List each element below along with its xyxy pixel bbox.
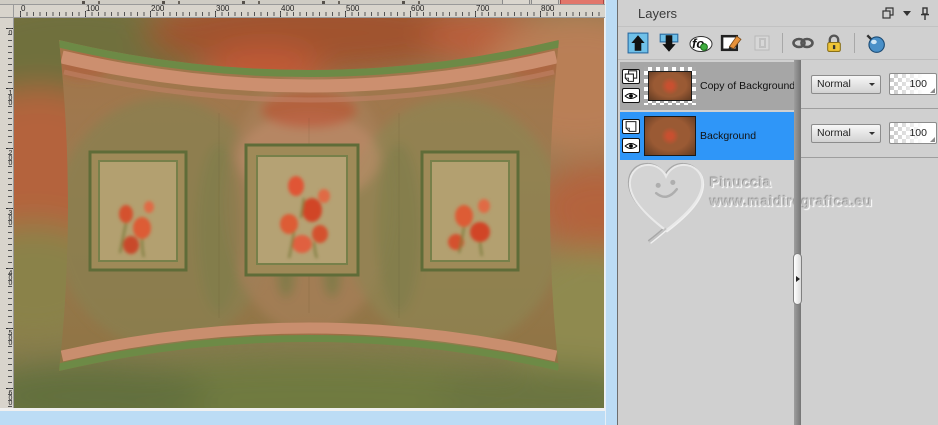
heart-smiley-icon — [628, 163, 704, 243]
blend-mode-value: Normal — [817, 78, 851, 90]
resize-grip-icon[interactable] — [930, 88, 935, 93]
layers-palette-header[interactable]: Layers — [618, 0, 938, 27]
visibility-toggle-icon[interactable] — [622, 138, 640, 153]
layers-toolbar: fo — [618, 27, 938, 60]
ruler-tick: 800 — [540, 5, 554, 17]
ruler-tick: 700 — [475, 5, 489, 17]
opacity-value: 100 — [909, 127, 927, 139]
opacity-field[interactable]: 100 — [889, 122, 937, 144]
image-window: 0 100 200 300 400 500 600 700 800 0 100 200 300 400 5… — [0, 0, 605, 411]
splitter-handle[interactable] — [793, 253, 802, 305]
chevron-down-icon — [869, 132, 875, 138]
menu-caret-icon[interactable] — [903, 10, 911, 16]
blend-row: Normal 100 — [801, 109, 938, 158]
ruler-tick: 500 — [6, 328, 14, 345]
layer-list: Copy of Background Background — [620, 62, 794, 162]
layer-thumbnail-selection-ants[interactable] — [644, 67, 696, 105]
layer-name[interactable]: Background — [700, 130, 756, 142]
layer-row-copy-of-background[interactable]: Copy of Background — [620, 62, 794, 110]
watermark-name: Pinuccia — [710, 174, 772, 190]
blend-mode-dropdown[interactable]: Normal — [811, 74, 881, 94]
watermark-url: www.maidiregrafica.eu — [710, 193, 873, 209]
toolbar-separator — [854, 33, 855, 53]
blend-row: Normal 100 — [801, 60, 938, 109]
watermark: Pinuccia www.maidiregrafica.eu — [622, 158, 872, 244]
titlebar-text-clipped — [20, 1, 450, 4]
workspace-strip — [0, 411, 617, 425]
workspace-gap — [605, 0, 617, 425]
ruler-tick: 100 — [6, 88, 14, 105]
layers-palette: Layers fo Copy of Background Background … — [617, 0, 938, 425]
link-layers-icon[interactable] — [790, 30, 816, 56]
ruler-tick: 600 — [6, 388, 14, 405]
ruler-tick: 400 — [6, 268, 14, 285]
ruler-tick: 100 — [85, 5, 99, 17]
ruler-tick: 500 — [345, 5, 359, 17]
visibility-toggle-icon[interactable] — [622, 88, 640, 103]
layer-effects-icon[interactable]: fo — [687, 30, 713, 56]
resize-grip-icon[interactable] — [930, 137, 935, 142]
layer-row-background[interactable]: Background — [620, 112, 794, 160]
layer-name[interactable]: Copy of Background — [700, 80, 794, 92]
highlight-orb-icon[interactable] — [862, 30, 888, 56]
ruler-tick: 600 — [410, 5, 424, 17]
lock-transparency-icon[interactable] — [821, 30, 847, 56]
float-window-icon[interactable] — [882, 7, 894, 19]
ruler-tick: 0 — [20, 5, 25, 17]
ruler-tick: 300 — [215, 5, 229, 17]
layer-thumbnail[interactable] — [648, 71, 692, 101]
layer-type-icon — [622, 69, 640, 84]
layer-thumbnail[interactable] — [644, 116, 696, 156]
ruler-tick: 0 — [6, 28, 14, 35]
ruler-corner — [0, 5, 14, 18]
move-layer-down-icon[interactable] — [656, 30, 682, 56]
ruler-tick: 200 — [6, 148, 14, 165]
horizontal-ruler: 0 100 200 300 400 500 600 700 800 — [14, 5, 605, 18]
ruler-tick: 200 — [150, 5, 164, 17]
ruler-tick: 300 — [6, 208, 14, 225]
blend-column: Normal 100 Normal 100 — [801, 60, 938, 158]
vertical-ruler: 0 100 200 300 400 500 600 — [0, 18, 14, 408]
pin-icon[interactable] — [920, 6, 930, 20]
mask-icon-disabled — [749, 30, 775, 56]
blend-mode-value: Normal — [817, 127, 851, 139]
blend-mode-dropdown[interactable]: Normal — [811, 123, 881, 143]
chevron-down-icon — [869, 83, 875, 89]
opacity-value: 100 — [909, 78, 927, 90]
screen: 0 100 200 300 400 500 600 700 800 0 100 200 300 400 5… — [0, 0, 938, 425]
layer-type-icon — [622, 119, 640, 134]
ruler-tick: 400 — [280, 5, 294, 17]
column-splitter[interactable] — [793, 60, 802, 425]
arrow-right-icon — [795, 276, 803, 282]
canvas-image[interactable] — [14, 18, 604, 408]
edit-layer-icon[interactable] — [718, 30, 744, 56]
move-layer-up-icon[interactable] — [625, 30, 651, 56]
toolbar-separator — [782, 33, 783, 53]
layers-palette-title: Layers — [638, 5, 678, 21]
opacity-field[interactable]: 100 — [889, 73, 937, 95]
